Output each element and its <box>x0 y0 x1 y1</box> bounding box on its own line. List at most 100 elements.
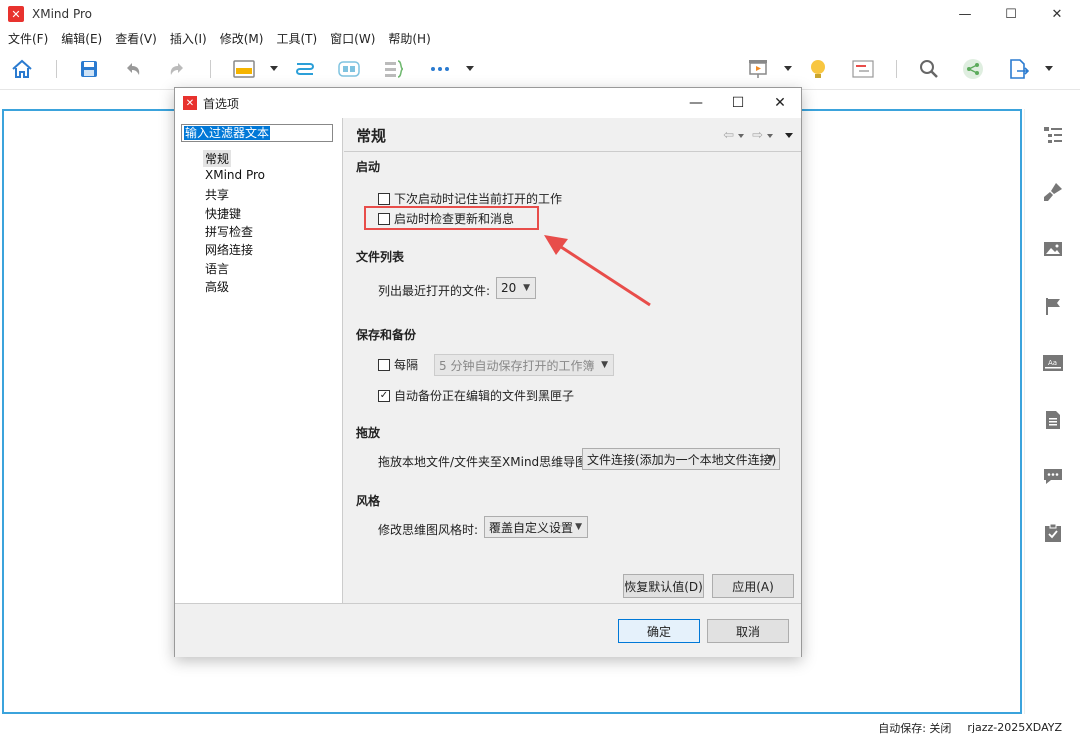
more-icon[interactable] <box>429 58 451 80</box>
autosave-every-checkbox[interactable]: 每隔 <box>378 356 418 373</box>
chevron-down-icon: ▼ <box>767 454 774 464</box>
comment-icon[interactable] <box>1042 465 1064 487</box>
more-dropdown-caret-icon[interactable] <box>466 66 474 71</box>
topic-icon[interactable] <box>233 58 255 80</box>
menu-edit[interactable]: 编辑(E) <box>61 30 102 47</box>
export-dropdown-caret-icon[interactable] <box>1045 66 1053 71</box>
nav-item-general[interactable]: 常规 <box>203 150 232 167</box>
section-save-backup-title: 保存和备份 <box>356 328 417 342</box>
boundary-icon[interactable] <box>338 58 360 80</box>
search-icon[interactable] <box>918 58 940 80</box>
nav-item-spellcheck[interactable]: 拼写检查 <box>203 223 255 240</box>
drag-drop-select[interactable]: 文件连接(添加为一个本地文件连接) ▼ <box>582 448 780 470</box>
page-title: 常规 <box>356 127 387 145</box>
backup-blackbox-checkbox[interactable]: ✓ 自动备份正在编辑的文件到黑匣子 <box>378 387 574 404</box>
toolbar-separator <box>56 60 57 78</box>
undo-icon[interactable] <box>122 58 144 80</box>
brainstorm-icon[interactable] <box>807 58 829 80</box>
dialog-close-button[interactable]: ✕ <box>759 88 801 118</box>
filter-placeholder: 输入过滤器文本 <box>184 126 271 140</box>
back-arrow-icon[interactable]: ⇦ <box>723 128 734 143</box>
save-icon[interactable] <box>78 58 100 80</box>
minimize-button[interactable]: — <box>942 0 988 28</box>
dialog-maximize-button[interactable]: ☐ <box>717 88 759 118</box>
back-dropdown-caret-icon[interactable] <box>738 133 745 138</box>
export-icon[interactable] <box>1007 58 1029 80</box>
annotation-arrow-icon <box>544 235 651 307</box>
recent-files-label: 列出最近打开的文件: <box>378 284 491 298</box>
menu-insert[interactable]: 插入(I) <box>170 30 207 47</box>
nav-item-share[interactable]: 共享 <box>203 186 231 203</box>
right-side-panel: Aa <box>1024 109 1080 714</box>
forward-dropdown-caret-icon[interactable] <box>767 133 773 138</box>
presentation-dropdown-caret-icon[interactable] <box>784 66 792 71</box>
app-titlebar: ✕ XMind Pro — ☐ ✕ <box>0 0 1080 28</box>
nav-item-network[interactable]: 网络连接 <box>203 241 255 258</box>
relationship-icon[interactable] <box>294 58 316 80</box>
share-icon[interactable] <box>962 58 984 80</box>
menu-modify[interactable]: 修改(M) <box>220 30 264 47</box>
xmind-logo-icon: ✕ <box>183 96 197 110</box>
menu-help[interactable]: 帮助(H) <box>388 30 430 47</box>
autosave-interval-select[interactable]: 5 分钟自动保存打开的工作簿 ▼ <box>434 354 614 376</box>
checkbox-box[interactable]: ✓ <box>378 389 390 402</box>
menu-view[interactable]: 查看(V) <box>115 30 157 47</box>
notes-text-icon[interactable]: Aa <box>1042 352 1064 374</box>
backup-blackbox-label: 自动备份正在编辑的文件到黑匣子 <box>394 389 575 403</box>
maximize-button[interactable]: ☐ <box>988 0 1034 28</box>
document-icon[interactable] <box>1042 409 1064 431</box>
home-icon[interactable] <box>11 58 33 80</box>
dialog-titlebar: ✕ 首选项 — ☐ ✕ <box>175 88 801 118</box>
topic-dropdown-caret-icon[interactable] <box>270 66 278 71</box>
app-title: XMind Pro <box>32 7 92 21</box>
drag-drop-value: 文件连接(添加为一个本地文件连接) <box>587 452 777 467</box>
marker-flag-icon[interactable] <box>1042 295 1064 317</box>
toolbar-separator <box>210 60 211 78</box>
forward-arrow-icon[interactable]: ⇨ <box>752 128 763 143</box>
recent-files-value: 20 <box>501 281 517 295</box>
user-label: rjazz-2025XDAYZ <box>967 721 1062 734</box>
format-brush-icon[interactable] <box>1042 181 1064 203</box>
gantt-icon[interactable] <box>852 58 874 80</box>
restore-defaults-button[interactable]: 恢复默认值(D) <box>623 574 704 598</box>
dialog-minimize-button[interactable]: — <box>675 88 717 118</box>
redo-icon[interactable] <box>166 58 188 80</box>
remember-workbook-label: 下次启动时记住当前打开的工作 <box>394 192 563 206</box>
presentation-icon[interactable] <box>747 58 769 80</box>
apply-button[interactable]: 应用(A) <box>712 574 794 598</box>
remember-workbook-checkbox[interactable]: 下次启动时记住当前打开的工作 <box>378 190 562 207</box>
checkbox-box[interactable] <box>378 358 390 371</box>
section-drag-title: 拖放 <box>356 426 381 440</box>
section-startup-title: 启动 <box>356 160 381 174</box>
svg-text:Aa: Aa <box>1048 359 1057 367</box>
filter-input[interactable]: 输入过滤器文本 <box>181 124 333 142</box>
checkbox-box[interactable] <box>378 192 390 205</box>
preferences-dialog: ✕ 首选项 — ☐ ✕ 输入过滤器文本 常规 XMind Pro 共享 快捷键 … <box>174 87 802 657</box>
content-header: 常规 ⇦ ⇨ <box>344 118 801 152</box>
autosave-interval-value: 5 分钟自动保存打开的工作簿 <box>439 358 595 373</box>
nav-item-xmind-pro[interactable]: XMind Pro <box>203 168 267 182</box>
section-file-list-title: 文件列表 <box>356 250 405 264</box>
summary-icon[interactable] <box>383 58 405 80</box>
style-change-select[interactable]: 覆盖自定义设置 ▼ <box>484 516 588 538</box>
menu-tools[interactable]: 工具(T) <box>276 30 317 47</box>
nav-item-advanced[interactable]: 高级 <box>203 278 231 295</box>
autosave-status: 自动保存: 关闭 <box>878 721 952 735</box>
chevron-down-icon: ▼ <box>523 283 530 293</box>
outline-icon[interactable] <box>1042 124 1064 146</box>
nav-item-language[interactable]: 语言 <box>203 260 231 277</box>
image-icon[interactable] <box>1042 238 1064 260</box>
menu-bar: 文件(F) 编辑(E) 查看(V) 插入(I) 修改(M) 工具(T) 窗口(W… <box>0 28 1080 48</box>
chevron-down-icon: ▼ <box>575 522 582 532</box>
view-menu-caret-icon[interactable] <box>785 133 793 138</box>
ok-button[interactable]: 确定 <box>618 619 700 643</box>
task-icon[interactable] <box>1042 522 1064 544</box>
menu-window[interactable]: 窗口(W) <box>330 30 375 47</box>
close-button[interactable]: ✕ <box>1034 0 1080 28</box>
nav-item-shortcuts[interactable]: 快捷键 <box>203 205 243 222</box>
toolbar-separator <box>896 60 897 78</box>
section-style-title: 风格 <box>356 494 381 508</box>
cancel-button[interactable]: 取消 <box>707 619 789 643</box>
menu-file[interactable]: 文件(F) <box>8 30 48 47</box>
annotation-highlight-box <box>364 206 539 230</box>
